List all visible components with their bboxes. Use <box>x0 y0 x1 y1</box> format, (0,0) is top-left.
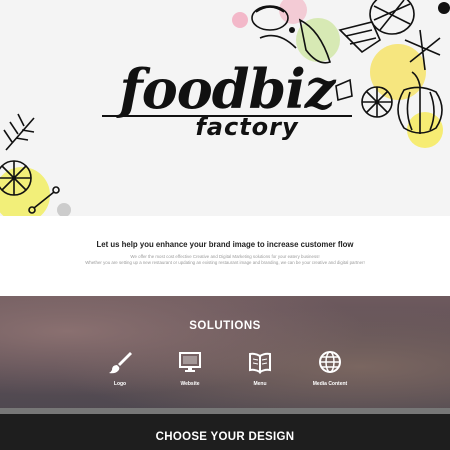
solution-item-website[interactable]: Website <box>150 350 230 387</box>
intro-text-line-2: Whether you are setting up a new restaur… <box>85 260 365 265</box>
logo-underline <box>102 115 352 117</box>
logo-main-text: foodbiz <box>119 57 336 121</box>
solution-label-media-content: Media Content <box>312 381 348 387</box>
hero-banner: foodbiz factory <box>0 0 450 216</box>
intro-section: Let us help you enhance your brand image… <box>0 216 450 296</box>
solution-item-menu[interactable]: Menu <box>220 350 300 387</box>
solution-label-logo: Logo <box>113 381 127 387</box>
brand-logo: foodbiz factory <box>92 62 362 140</box>
book-icon <box>249 352 271 374</box>
globe-icon <box>319 351 341 373</box>
solution-label-menu: Menu <box>253 381 267 387</box>
solution-label-website: Website <box>180 381 200 387</box>
intro-text-line-1: We offer the most cost effective Creativ… <box>130 254 320 259</box>
solutions-title: SOLUTIONS <box>189 320 261 332</box>
monitor-icon <box>179 352 201 372</box>
solution-item-logo[interactable]: Logo <box>80 350 160 387</box>
choose-design-section: CHOOSE YOUR DESIGN <box>0 414 450 450</box>
solution-item-media-content[interactable]: Media Content <box>290 350 370 387</box>
solutions-section: SOLUTIONS Logo Website Menu Media Conten… <box>0 296 450 414</box>
intro-headline: Let us help you enhance your brand image… <box>96 240 354 249</box>
brush-icon <box>109 352 132 374</box>
choose-design-title: CHOOSE YOUR DESIGN <box>155 431 295 443</box>
